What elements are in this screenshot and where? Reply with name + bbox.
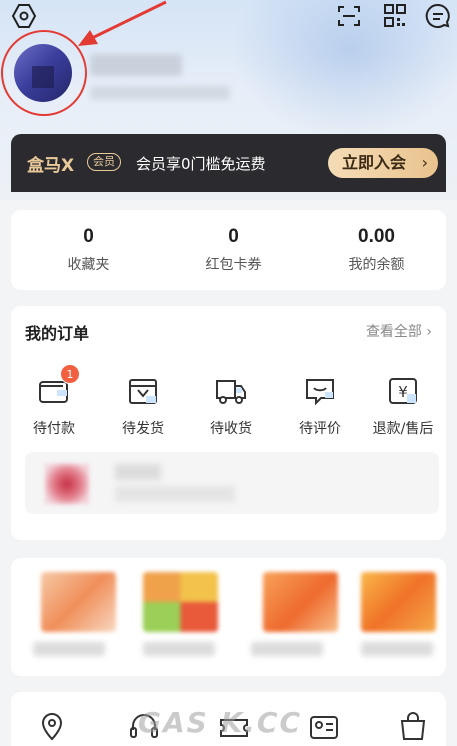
- truck-icon: [214, 374, 248, 408]
- chevron-right-icon: ›: [421, 153, 428, 172]
- shopping-bag-icon[interactable]: [396, 710, 430, 744]
- stats-card: 0 收藏夹 0 红包卡券 0.00 我的余额: [11, 210, 446, 290]
- member-banner[interactable]: 盒马X 会员 会员享0门槛免运费 立即入会 ›: [11, 134, 446, 192]
- stat-value: 0: [228, 226, 239, 247]
- stat-value: 0.00: [358, 226, 395, 247]
- order-to-review[interactable]: 待评价: [280, 374, 360, 438]
- order-count-badge: 1: [60, 364, 80, 384]
- view-all-orders-link[interactable]: 查看全部 ›: [366, 321, 432, 341]
- order-pending-payment[interactable]: 1 待付款: [14, 364, 94, 438]
- wallet-icon: 1: [37, 364, 80, 408]
- scan-icon[interactable]: [335, 2, 363, 30]
- qrcode-icon[interactable]: [381, 2, 409, 30]
- order-to-ship[interactable]: 待发货: [103, 374, 183, 438]
- stat-favorites[interactable]: 0 收藏夹: [16, 226, 161, 274]
- stat-value: 0: [83, 226, 94, 247]
- preview-text-blurred: [115, 464, 161, 480]
- product-image[interactable]: [143, 572, 218, 632]
- annotation-arrow: [78, 0, 167, 46]
- stat-label: 我的余额: [348, 257, 405, 273]
- order-to-receive[interactable]: 待收货: [191, 374, 271, 438]
- stat-coupons[interactable]: 0 红包卡券: [161, 226, 306, 274]
- review-icon: [303, 374, 337, 408]
- order-label: 退款/售后: [372, 421, 434, 437]
- order-label: 待评价: [299, 421, 341, 437]
- product-thumbnail: [45, 464, 89, 504]
- product-image[interactable]: [41, 572, 116, 632]
- join-member-label: 立即入会: [342, 153, 407, 172]
- orders-title: 我的订单: [25, 324, 90, 343]
- profile-card-icon[interactable]: [307, 710, 341, 744]
- orders-card: 我的订单 查看全部 › 1 待付款 待发货 待收货 待评价 ¥ 退款/售后: [11, 306, 446, 540]
- product-caption-blurred: [251, 642, 323, 656]
- product-image[interactable]: [263, 572, 338, 632]
- refund-icon: ¥: [386, 374, 420, 408]
- user-info-blurred: [90, 86, 230, 100]
- member-promo-text: 会员享0门槛免运费: [136, 155, 266, 173]
- member-badge: 会员: [87, 153, 121, 171]
- username-blurred: [90, 54, 182, 76]
- message-icon[interactable]: [424, 2, 452, 30]
- member-logo: 盒马X: [27, 156, 75, 176]
- product-caption-blurred: [143, 642, 215, 656]
- svg-text:¥: ¥: [398, 383, 408, 401]
- product-image[interactable]: [361, 572, 436, 632]
- stat-label: 收藏夹: [67, 257, 110, 273]
- location-icon[interactable]: [35, 710, 69, 744]
- product-caption-blurred: [33, 642, 105, 656]
- order-refund[interactable]: ¥ 退款/售后: [363, 374, 443, 438]
- order-label: 待收货: [210, 421, 252, 437]
- stat-balance[interactable]: 0.00 我的余额: [304, 226, 449, 274]
- stat-label: 红包卡券: [205, 257, 262, 273]
- order-label: 待发货: [122, 421, 164, 437]
- product-caption-blurred: [361, 642, 433, 656]
- order-label: 待付款: [33, 421, 75, 437]
- watermark: GAS K.CC: [138, 706, 302, 739]
- settings-icon[interactable]: [10, 2, 38, 30]
- recommended-products: [11, 558, 446, 676]
- join-member-button[interactable]: 立即入会 ›: [328, 148, 438, 178]
- package-icon: [126, 374, 160, 408]
- preview-text-blurred: [115, 486, 235, 502]
- order-preview[interactable]: [25, 452, 439, 514]
